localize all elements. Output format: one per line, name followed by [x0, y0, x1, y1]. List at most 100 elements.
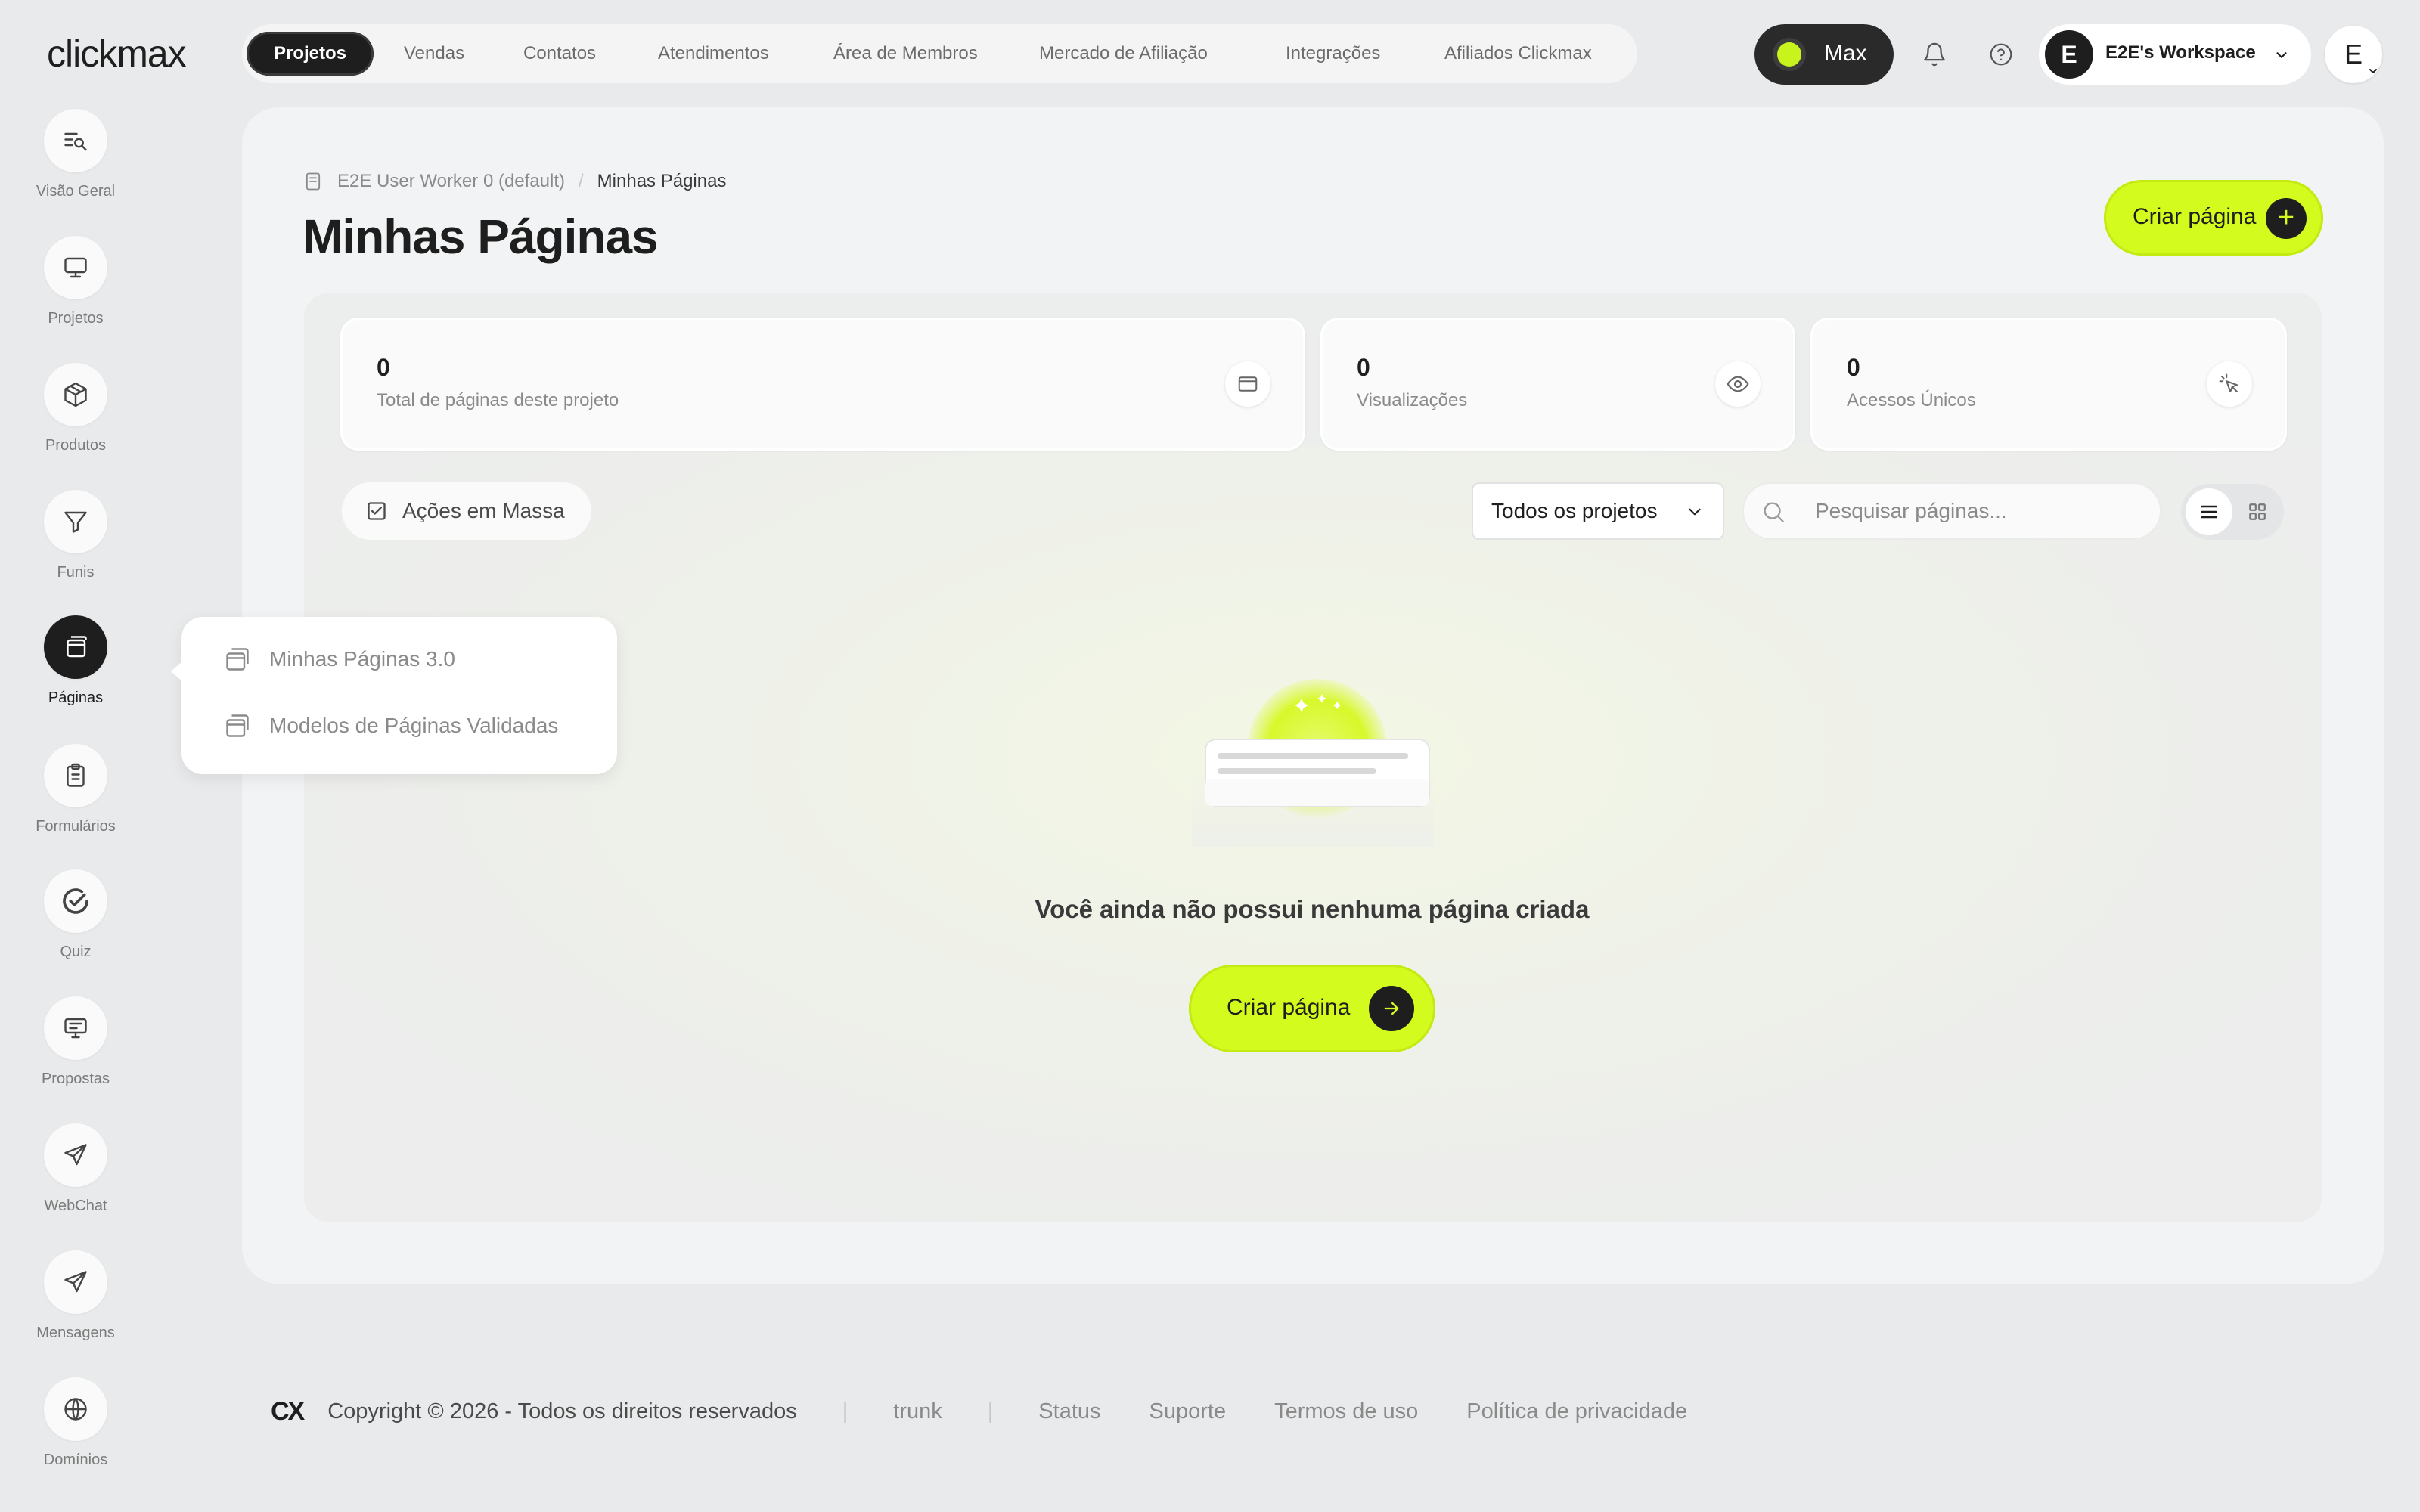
tab-contatos[interactable]: Contatos: [496, 32, 623, 76]
notifications-button[interactable]: [1912, 32, 1957, 77]
user-avatar[interactable]: E: [2325, 26, 2382, 83]
tab-vendas[interactable]: Vendas: [377, 32, 492, 76]
stat-card-total-pages: 0 Total de páginas deste projeto: [340, 318, 1305, 451]
empty-state-message: Você ainda não possui nenhuma página cri…: [1035, 895, 1590, 923]
plan-button[interactable]: Max: [1754, 24, 1894, 85]
breadcrumb: E2E User Worker 0 (default) / Minhas Pág…: [302, 171, 726, 192]
pages-icon: [226, 714, 249, 737]
sidebar-item-visao-geral[interactable]: Visão Geral: [0, 109, 151, 200]
send-icon: [44, 1123, 107, 1187]
workspace-selector[interactable]: E E2E's Workspace: [2039, 24, 2311, 85]
empty-state-create-button[interactable]: Criar página: [1189, 965, 1435, 1052]
bulk-actions-button[interactable]: Ações em Massa: [342, 482, 591, 540]
sidebar-item-label: Funis: [57, 564, 95, 581]
grid-icon: [2249, 503, 2266, 520]
create-page-button[interactable]: Criar página +: [2104, 180, 2323, 256]
funnel-icon: [44, 490, 107, 553]
stat-value: 0: [1357, 354, 1370, 381]
plus-icon: +: [2266, 198, 2307, 239]
bell-icon: [1924, 42, 1945, 67]
clipboard-icon: [44, 744, 107, 807]
flyout-item-minhas-paginas[interactable]: Minhas Páginas 3.0: [224, 646, 455, 673]
grid-view-button[interactable]: [2234, 488, 2281, 535]
sidebar-item-quiz[interactable]: Quiz: [0, 869, 151, 961]
footer-divider: |: [842, 1399, 849, 1424]
empty-state-create-label: Criar página: [1227, 995, 1351, 1020]
footer-link-termos[interactable]: Termos de uso: [1274, 1399, 1418, 1424]
box-icon: [44, 363, 107, 426]
search-icon: [1764, 502, 1784, 522]
sidebar-item-label: Propostas: [41, 1070, 110, 1087]
stat-label: Total de páginas deste projeto: [377, 390, 619, 411]
sidebar-item-formularios[interactable]: Formulários: [0, 744, 151, 835]
arrow-right-icon: [1369, 986, 1414, 1031]
stat-label: Acessos Únicos: [1847, 390, 1976, 411]
sidebar-item-label: Formulários: [36, 818, 116, 835]
create-page-label: Criar página: [2133, 204, 2257, 229]
flyout-item-modelos-validadas[interactable]: Modelos de Páginas Validadas: [224, 712, 558, 739]
stat-value: 0: [377, 354, 390, 381]
sidebar-item-dominios[interactable]: Domínios: [0, 1377, 151, 1469]
document-icon: [306, 172, 321, 191]
stat-label: Visualizações: [1357, 390, 1468, 411]
search-placeholder: Pesquisar páginas...: [1815, 499, 2007, 522]
tab-afiliados-clickmax[interactable]: Afiliados Clickmax: [1417, 32, 1619, 76]
top-navigation: Projetos Vendas Contatos Atendimentos Ár…: [242, 24, 1637, 83]
search-list-icon: [44, 109, 107, 172]
pages-flyout-menu: Minhas Páginas 3.0 Modelos de Páginas Va…: [171, 617, 617, 774]
tab-mercado-de-afiliacao[interactable]: Mercado de Afiliação: [1012, 32, 1235, 76]
sidebar-item-funis[interactable]: Funis: [0, 490, 151, 581]
sidebar-item-mensagens[interactable]: Mensagens: [0, 1250, 151, 1342]
pages-icon: [226, 648, 249, 671]
bulk-actions-label: Ações em Massa: [402, 499, 565, 522]
cursor-click-icon: [2207, 361, 2252, 407]
chevron-down-icon: [2276, 52, 2287, 58]
list-view-button[interactable]: [2186, 488, 2232, 535]
stat-value: 0: [1847, 354, 1860, 381]
workspace-name: E2E's Workspace: [2105, 42, 2256, 63]
plan-status-dot: [1777, 42, 1801, 67]
breadcrumb-project[interactable]: E2E User Worker 0 (default): [337, 171, 565, 192]
empty-state-illustration: [1192, 679, 1434, 847]
footer-divider: |: [987, 1399, 994, 1424]
project-filter-select[interactable]: Todos os projetos: [1472, 482, 1724, 540]
chevron-down-icon: [1689, 508, 1701, 516]
tab-area-de-membros[interactable]: Área de Membros: [806, 32, 1005, 76]
plan-label: Max: [1824, 41, 1867, 66]
workspace-avatar: E: [2045, 30, 2093, 79]
search-field[interactable]: Pesquisar páginas...: [1742, 482, 2161, 540]
sidebar-item-projetos[interactable]: Projetos: [0, 236, 151, 327]
help-button[interactable]: [1978, 32, 2024, 77]
footer-logo: CX: [271, 1397, 305, 1426]
help-icon: [1990, 43, 2012, 66]
chevron-down-icon: [2369, 69, 2377, 73]
sidebar-item-propostas[interactable]: Propostas: [0, 996, 151, 1088]
clickmax-logo[interactable]: clickmax: [47, 32, 187, 76]
check-circle-icon: [44, 869, 107, 933]
footer-branch: trunk: [893, 1399, 942, 1424]
tab-atendimentos[interactable]: Atendimentos: [631, 32, 796, 76]
project-filter-value: Todos os projetos: [1491, 499, 1658, 522]
flyout-pointer: [171, 661, 183, 682]
sidebar-item-label: Projetos: [48, 310, 104, 327]
pages-icon: [44, 615, 107, 679]
tab-projetos[interactable]: Projetos: [247, 32, 374, 76]
sidebar-item-paginas[interactable]: Páginas: [0, 615, 151, 707]
sidebar-item-produtos[interactable]: Produtos: [0, 363, 151, 454]
footer-link-suporte[interactable]: Suporte: [1150, 1399, 1227, 1424]
eye-icon: [1715, 361, 1761, 407]
sidebar-item-label: Domínios: [43, 1452, 108, 1468]
sidebar-item-label: Visão Geral: [36, 183, 116, 200]
breadcrumb-separator: /: [579, 171, 584, 191]
stat-card-views: 0 Visualizações: [1320, 318, 1795, 451]
sidebar-item-webchat[interactable]: WebChat: [0, 1123, 151, 1215]
send-icon: [44, 1250, 107, 1314]
presentation-icon: [44, 996, 107, 1060]
tab-integracoes[interactable]: Integrações: [1258, 32, 1407, 76]
footer-link-status[interactable]: Status: [1038, 1399, 1100, 1424]
view-toggle: [2181, 484, 2284, 540]
sidebar-item-label: WebChat: [44, 1198, 107, 1214]
footer: CX Copyright © 2026 - Todos os direitos …: [271, 1397, 1736, 1427]
sidebar-item-label: Páginas: [48, 689, 104, 706]
footer-link-privacidade[interactable]: Política de privacidade: [1466, 1399, 1687, 1424]
